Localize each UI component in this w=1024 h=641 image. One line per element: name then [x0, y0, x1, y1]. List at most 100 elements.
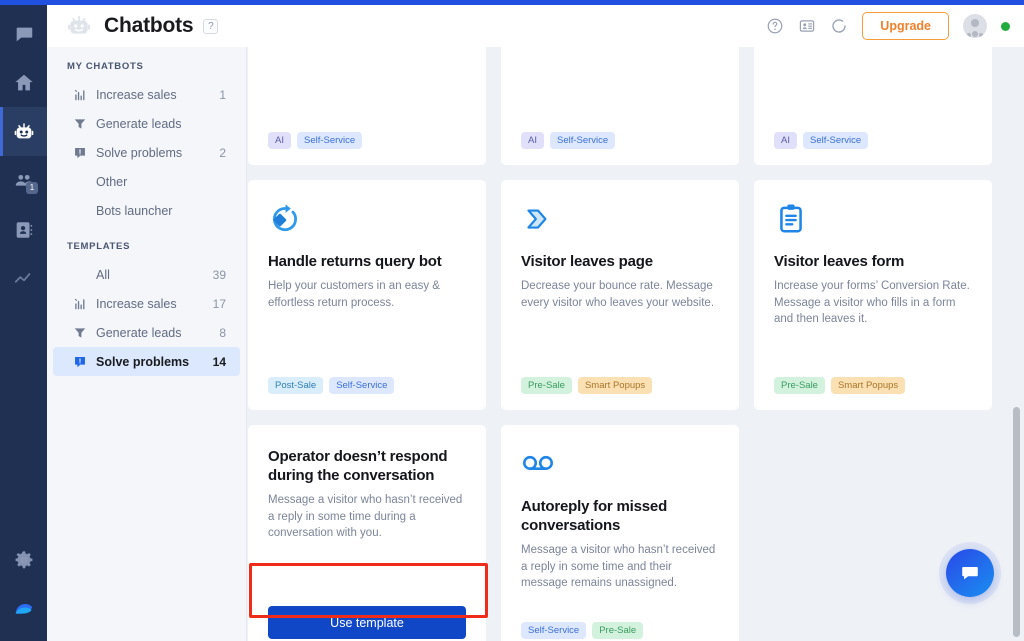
help-circle-icon[interactable]: [766, 17, 784, 35]
livechat-logo-icon: [15, 603, 32, 614]
card-tags: AI Self-Service: [521, 132, 719, 149]
sidebar-item-templates-increase-sales[interactable]: Increase sales 17: [53, 289, 240, 318]
tag: Smart Popups: [577, 377, 653, 394]
template-card-hovered[interactable]: Operator doesn’t respond during the conv…: [248, 425, 486, 641]
sidebar-section-gap: [47, 225, 246, 241]
refresh-icon[interactable]: [830, 17, 848, 35]
rail-item-settings[interactable]: [0, 535, 47, 584]
card-title: Autoreply for missed conversations: [521, 498, 668, 535]
tag: AI: [268, 132, 291, 149]
increase-sales-icon: [74, 89, 85, 100]
card-icon-slot: [268, 202, 466, 242]
increase-sales-icon: [74, 298, 85, 309]
sidebar-item-label: Bots launcher: [96, 203, 173, 218]
sidebar-item-templates-generate-leads[interactable]: Generate leads 8: [53, 318, 240, 347]
templates-content: time on answering to most repetitive que…: [247, 47, 1024, 641]
header-right: Upgrade: [766, 12, 1024, 40]
news-icon[interactable]: [798, 17, 816, 35]
rail-item-team[interactable]: 1: [0, 156, 47, 205]
tag: AI: [774, 132, 797, 149]
sidebar-item-label: Generate leads: [96, 116, 182, 131]
sidebar-item-solve-problems[interactable]: Solve problems 2: [53, 138, 240, 167]
help-chip[interactable]: ?: [203, 18, 219, 34]
chat-widget-button[interactable]: [946, 549, 994, 597]
template-card[interactable]: help your visitors apply it. AI Self-Ser…: [501, 47, 739, 165]
chevron-forward-icon: [527, 209, 547, 229]
voicemail-icon: [523, 455, 553, 470]
sidebar-heading-templates: TEMPLATES: [67, 241, 131, 252]
sidebar-item-other[interactable]: Other: [53, 167, 240, 196]
template-card[interactable]: time on answering to most repetitive que…: [248, 47, 486, 165]
tag: Pre-Sale: [774, 377, 825, 394]
sidebar-item-count: 1: [219, 87, 226, 102]
rail-team-badge: 1: [26, 182, 38, 194]
tag: AI: [521, 132, 544, 149]
funnel-icon: [74, 118, 86, 129]
sidebar-item-templates-all[interactable]: All 39: [53, 260, 240, 289]
card-title: Handle returns query bot: [268, 253, 442, 270]
card-tags: Pre-Sale Smart Popups: [774, 377, 972, 394]
sidebar-item-generate-leads[interactable]: Generate leads: [53, 109, 240, 138]
return-arrow-icon: [273, 204, 297, 232]
sidebar-item-label: Solve problems: [96, 354, 190, 369]
card-title: Visitor leaves page: [521, 253, 653, 270]
card-description: Message a visitor who hasn’t received a …: [521, 544, 716, 590]
home-icon: [14, 74, 33, 90]
sidebar-item-count: 14: [212, 354, 226, 369]
rail-item-app-logo[interactable]: [0, 584, 47, 633]
rail-item-contacts[interactable]: [0, 205, 47, 254]
template-card[interactable]: Autoreply for missed conversations Messa…: [501, 425, 739, 641]
card-description: Decrease your bounce rate. Message every…: [521, 280, 715, 309]
robot-icon: [14, 122, 33, 138]
funnel-icon: [74, 327, 86, 338]
tag: Self-Service: [521, 622, 587, 639]
page-title: Chatbots: [104, 14, 194, 37]
status-online-dot: [1001, 21, 1010, 31]
sidebar-item-bots-launcher[interactable]: Bots launcher: [53, 196, 240, 225]
tag: Self-Service: [296, 132, 363, 149]
template-card[interactable]: Handle returns query bot Help your custo…: [248, 180, 486, 410]
use-template-button[interactable]: Use template: [268, 606, 466, 639]
scrollbar-thumb[interactable]: [1013, 407, 1020, 637]
card-description: Increase your forms’ Conversion Rate. Me…: [774, 280, 970, 325]
sidebar-nav: MY CHATBOTS Increase sales 1 Generate le…: [47, 47, 247, 641]
avatar[interactable]: [963, 14, 987, 38]
sidebar-item-count: 2: [219, 145, 226, 160]
card-icon-slot: [774, 202, 972, 242]
card-description: Message a visitor who hasn’t received a …: [268, 494, 463, 540]
card-tags: Self-Service Pre-Sale: [521, 622, 719, 639]
header-left: Chatbots ?: [47, 13, 219, 39]
chat-bubble-icon: [962, 567, 978, 580]
card-tags: Pre-Sale Smart Popups: [521, 377, 719, 394]
tag: Self-Service: [549, 132, 616, 149]
rail-item-chatbots[interactable]: [0, 107, 47, 156]
card-description: Help your customers in an easy & effortl…: [268, 280, 440, 309]
sidebar-item-label: Other: [96, 174, 128, 189]
app-rail: 1: [0, 0, 47, 641]
tag: Pre-Sale: [521, 377, 572, 394]
sidebar-item-increase-sales[interactable]: Increase sales 1: [53, 80, 240, 109]
gear-icon: [15, 550, 32, 568]
tag: Post-Sale: [268, 377, 324, 394]
rail-item-home[interactable]: [0, 58, 47, 107]
sidebar-item-count: 8: [219, 325, 226, 340]
sidebar-item-label: Solve problems: [96, 145, 183, 160]
scrollbar-track[interactable]: [1011, 47, 1022, 641]
card-tags: AI Self-Service: [774, 132, 972, 149]
sidebar-item-count: 39: [212, 267, 226, 282]
card-title: Operator doesn’t respond during the conv…: [268, 448, 448, 485]
rail-item-reports[interactable]: [0, 254, 47, 303]
card-tags: AI Self-Service: [268, 132, 466, 149]
tag: Pre-Sale: [592, 622, 644, 639]
template-card[interactable]: Visitor leaves form Increase your forms’…: [754, 180, 992, 410]
sidebar-item-label: Increase sales: [96, 296, 177, 311]
rail-item-chats[interactable]: [0, 9, 47, 58]
card-icon-slot: [521, 447, 719, 487]
sidebar-heading-my-chatbots: MY CHATBOTS: [67, 61, 144, 72]
address-book-icon: [16, 221, 32, 238]
chat-bubble-icon: [16, 27, 32, 41]
upgrade-button[interactable]: Upgrade: [862, 12, 949, 40]
template-card[interactable]: Visitor leaves page Decrease your bounce…: [501, 180, 739, 410]
template-card[interactable]: delays, time, Christmas delivery, etc.).…: [754, 47, 992, 165]
sidebar-item-templates-solve-problems[interactable]: Solve problems 14: [53, 347, 240, 376]
